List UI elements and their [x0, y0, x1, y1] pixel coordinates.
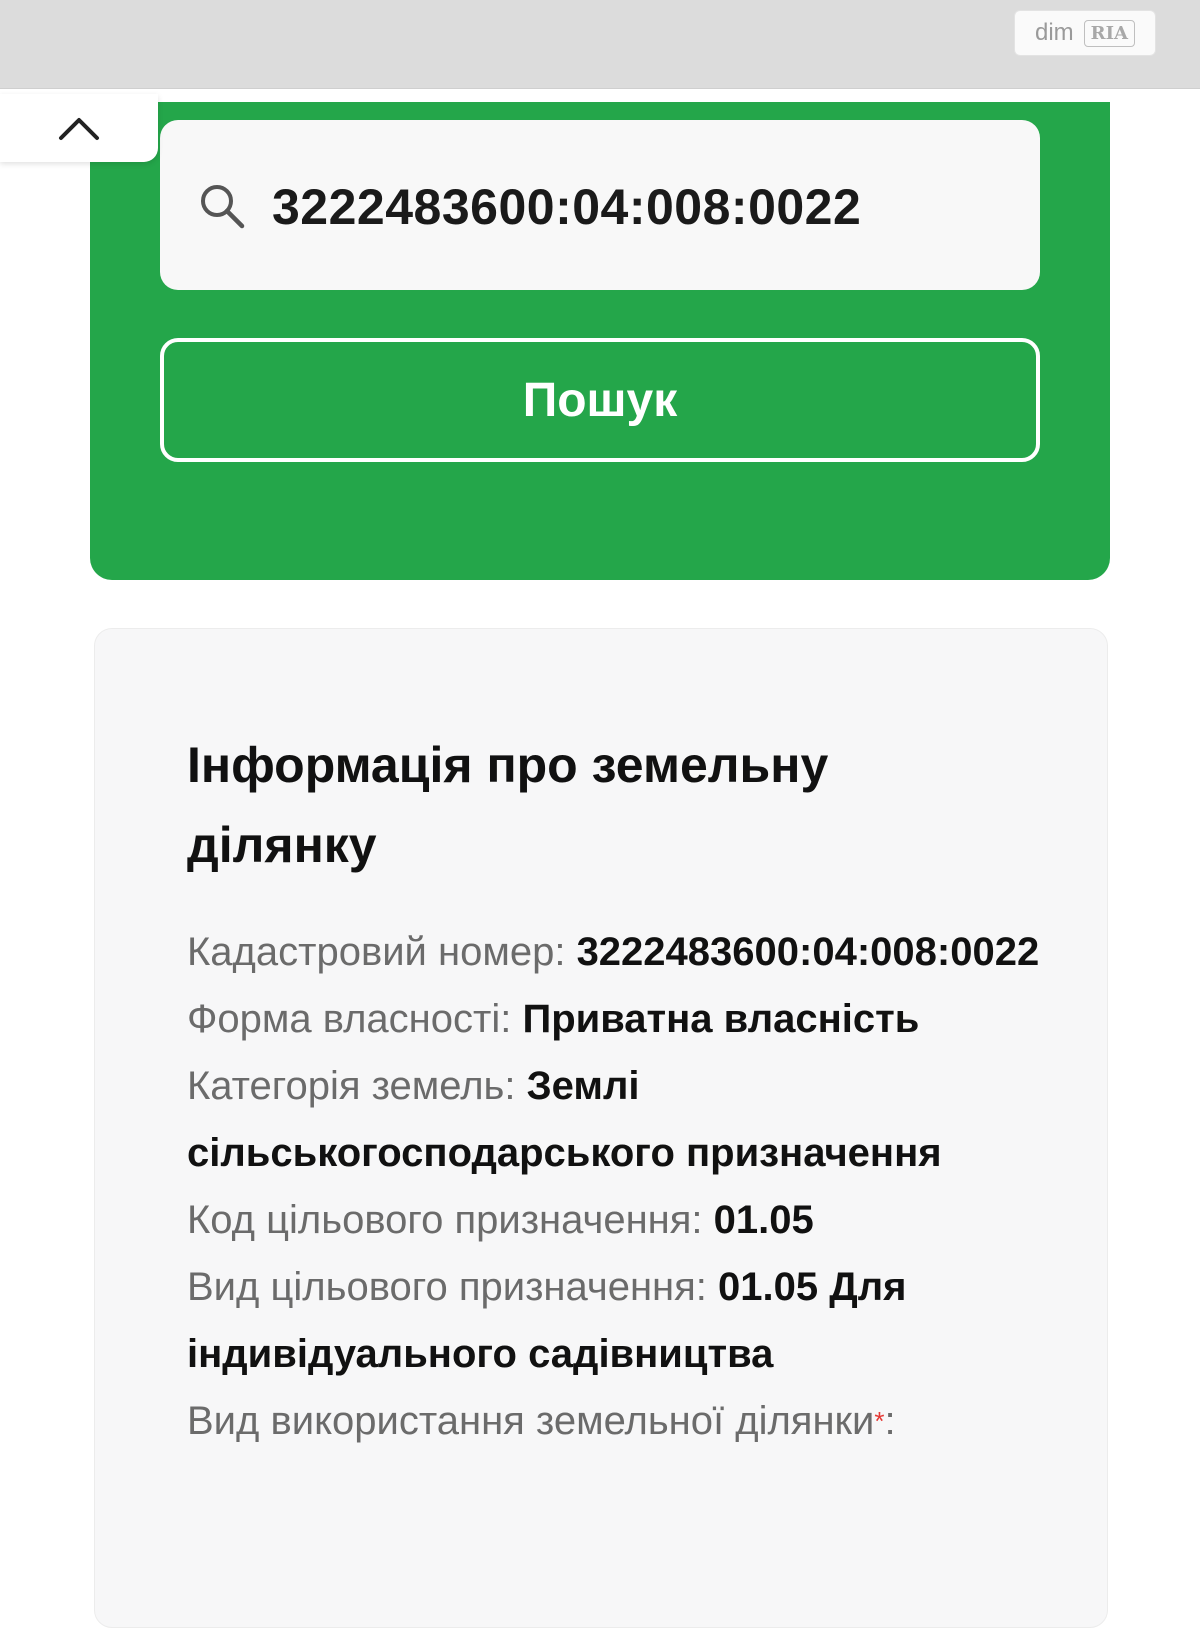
info-label: Форма власності: [187, 997, 523, 1041]
info-row-purpose-type: Вид цільового призначення: 01.05 Для інд… [187, 1254, 1067, 1388]
info-card-title: Інформація про земельну ділянку [187, 737, 829, 873]
land-plot-info-card: Інформація про земельну ділянку Кадастро… [94, 628, 1108, 1628]
info-row-land-use-type: Вид використання земельної ділянки*: [187, 1388, 1067, 1455]
info-value: 01.05 [713, 1198, 814, 1242]
dim-ria-watermark: dim RIA [1014, 10, 1156, 56]
info-row-purpose-code: Код цільового призначення: 01.05 [187, 1187, 1067, 1254]
info-row-cadastral-number: Кадастровий номер: 3222483600:04:008:002… [187, 919, 1067, 986]
chevron-up-icon [59, 118, 99, 140]
info-row-ownership: Форма власності: Приватна власність [187, 986, 1067, 1053]
info-row-land-category: Категорія земель: Землі сільськогосподар… [187, 1053, 1067, 1187]
info-label: Вид використання земельної ділянки [187, 1399, 875, 1443]
info-label: Код цільового призначення: [187, 1198, 714, 1242]
info-label: Кадастровий номер: [187, 930, 577, 974]
info-label: Категорія земель: [187, 1064, 527, 1108]
cadastral-search-input[interactable]: 3222483600:04:008:0022 [160, 120, 1040, 290]
search-panel: 3222483600:04:008:0022 Пошук [90, 102, 1110, 580]
top-bar: dim RIA [0, 0, 1200, 89]
info-label: Вид цільового призначення: [187, 1265, 719, 1309]
info-value: 3222483600:04:008:0022 [576, 930, 1040, 974]
search-input-value: 3222483600:04:008:0022 [272, 179, 862, 235]
watermark-text: dim [1034, 19, 1074, 46]
watermark-badge: RIA [1083, 19, 1136, 47]
required-marker: * [874, 1406, 885, 1436]
search-icon [201, 185, 245, 229]
collapse-toggle[interactable] [0, 94, 158, 162]
info-value: Приватна власність [522, 997, 920, 1041]
info-label-colon: : [884, 1399, 896, 1443]
search-button[interactable]: Пошук [160, 338, 1040, 462]
info-list: Кадастровий номер: 3222483600:04:008:002… [187, 919, 1067, 1455]
